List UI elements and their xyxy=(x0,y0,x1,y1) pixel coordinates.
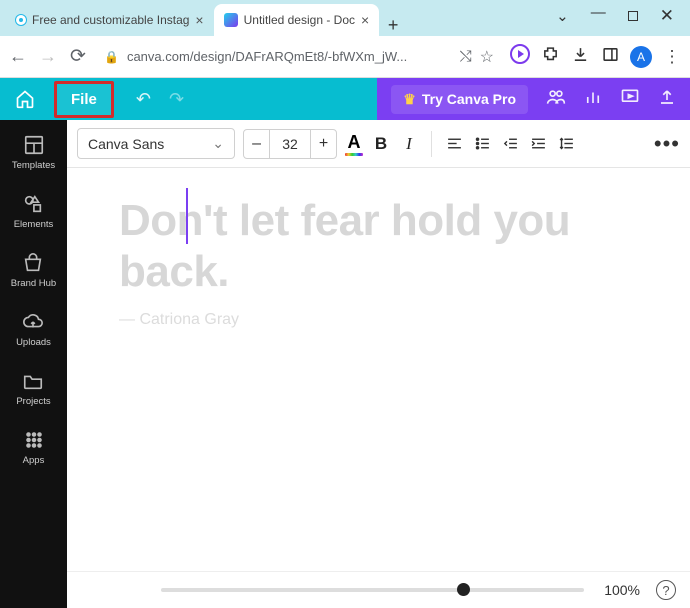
tab-label: Free and customizable Instag xyxy=(32,13,189,27)
editor-pane: Canva Sans ⌄ – 32 + A B I xyxy=(67,120,690,608)
undo-button[interactable]: ↶ xyxy=(136,89,151,110)
lock-icon: 🔒 xyxy=(104,50,119,64)
file-menu-button[interactable]: File xyxy=(63,87,105,112)
decrease-size-button[interactable]: – xyxy=(244,130,270,158)
app-top-bar: File ↶ ↷ ♛ Try Canva Pro xyxy=(0,78,690,120)
outdent-button[interactable] xyxy=(500,134,520,154)
headline-text[interactable]: Don't let fear hold you back. xyxy=(119,196,638,297)
close-icon[interactable]: × xyxy=(195,12,203,28)
maximize-button[interactable] xyxy=(628,11,638,21)
spacing-button[interactable] xyxy=(556,134,576,154)
zoom-slider[interactable] xyxy=(161,588,584,592)
document-canvas[interactable]: Don't let fear hold you back. — Catriona… xyxy=(67,168,690,593)
undo-redo-group: ↶ ↷ xyxy=(136,89,184,110)
new-tab-button[interactable]: + xyxy=(379,15,407,36)
profile-avatar[interactable]: A xyxy=(630,46,652,68)
font-family-select[interactable]: Canva Sans ⌄ xyxy=(77,128,235,159)
bullet-list-button[interactable] xyxy=(472,134,492,154)
url-text: canva.com/design/DAFrARQmEt8/-bfWXm_jW..… xyxy=(127,49,452,64)
text-cursor xyxy=(186,188,188,244)
text-toolbar: Canva Sans ⌄ – 32 + A B I xyxy=(67,120,690,168)
translate-icon[interactable]: ⤭ xyxy=(460,48,472,65)
browser-tab-1[interactable]: Untitled design - Doc × xyxy=(214,4,380,36)
close-button[interactable]: ✕ xyxy=(660,6,674,26)
browser-tab-0[interactable]: Free and customizable Instag × xyxy=(6,4,214,36)
sidebar-item-projects[interactable]: Projects xyxy=(16,366,50,411)
analytics-icon[interactable] xyxy=(584,88,602,111)
sidebar-item-uploads[interactable]: Uploads xyxy=(16,307,51,352)
download-icon[interactable] xyxy=(570,46,590,68)
file-button-highlight: File xyxy=(54,81,114,118)
sidebar-item-brandhub[interactable]: Brand Hub xyxy=(11,248,56,293)
bold-button[interactable]: B xyxy=(371,134,391,154)
back-button[interactable]: ← xyxy=(8,46,28,67)
extensions-icon[interactable] xyxy=(540,46,560,68)
reload-button[interactable]: ⟳ xyxy=(68,45,88,68)
increase-size-button[interactable]: + xyxy=(310,130,336,158)
chevron-down-icon: ⌄ xyxy=(212,135,224,152)
panel-icon[interactable] xyxy=(600,46,620,68)
browser-tabs: Free and customizable Instag × Untitled … xyxy=(0,0,546,36)
tab-label: Untitled design - Doc xyxy=(244,13,355,27)
help-button[interactable]: ? xyxy=(656,580,676,600)
left-sidebar: Templates Elements Brand Hub Uploads Pro… xyxy=(0,120,67,608)
zoom-value[interactable]: 100% xyxy=(604,582,640,598)
play-icon[interactable] xyxy=(510,44,530,69)
app-top-left-section: File ↶ ↷ xyxy=(50,78,202,120)
sidebar-item-apps[interactable]: Apps xyxy=(23,425,45,470)
sidebar-item-templates[interactable]: Templates xyxy=(12,130,55,175)
color-bar-icon xyxy=(345,153,363,156)
window-titlebar: Free and customizable Instag × Untitled … xyxy=(0,0,690,36)
star-icon[interactable]: ☆ xyxy=(480,47,494,67)
address-bar[interactable]: 🔒 canva.com/design/DAFrARQmEt8/-bfWXm_jW… xyxy=(98,47,500,67)
redo-button[interactable]: ↷ xyxy=(169,89,184,110)
footer-bar: 100% ? xyxy=(67,571,690,608)
zoom-slider-knob[interactable] xyxy=(457,583,470,596)
people-icon[interactable] xyxy=(546,87,566,112)
window-controls: ⌄ — ✕ xyxy=(546,6,690,36)
font-size-input[interactable]: 32 xyxy=(270,136,310,152)
browser-toolbar: ← → ⟳ 🔒 canva.com/design/DAFrARQmEt8/-bf… xyxy=(0,36,690,78)
app-top-right-section: ♛ Try Canva Pro xyxy=(377,78,690,120)
document-content[interactable]: Don't let fear hold you back. — Catriona… xyxy=(67,168,690,357)
minimize-button[interactable]: — xyxy=(591,4,606,21)
chevron-down-icon[interactable]: ⌄ xyxy=(556,7,569,25)
sidebar-item-elements[interactable]: Elements xyxy=(14,189,54,234)
favicon-icon xyxy=(16,15,26,25)
share-icon[interactable] xyxy=(658,88,676,111)
menu-icon[interactable]: ⋮ xyxy=(662,47,682,67)
zoom-control xyxy=(161,588,584,592)
toolbar-divider xyxy=(431,131,432,157)
indent-button[interactable] xyxy=(528,134,548,154)
home-button[interactable] xyxy=(0,78,50,120)
font-size-control: – 32 + xyxy=(243,129,337,159)
forward-button[interactable]: → xyxy=(38,46,58,67)
byline-text[interactable]: — Catriona Gray xyxy=(119,311,638,329)
italic-button[interactable]: I xyxy=(399,134,419,154)
align-button[interactable] xyxy=(444,134,464,154)
main-area: Templates Elements Brand Hub Uploads Pro… xyxy=(0,120,690,608)
text-color-button[interactable]: A xyxy=(345,132,363,156)
try-pro-button[interactable]: ♛ Try Canva Pro xyxy=(391,85,528,114)
more-options-button[interactable]: ••• xyxy=(654,131,680,157)
favicon-icon xyxy=(224,13,238,27)
close-icon[interactable]: × xyxy=(361,12,369,28)
present-icon[interactable] xyxy=(620,87,640,112)
crown-icon: ♛ xyxy=(403,91,416,108)
